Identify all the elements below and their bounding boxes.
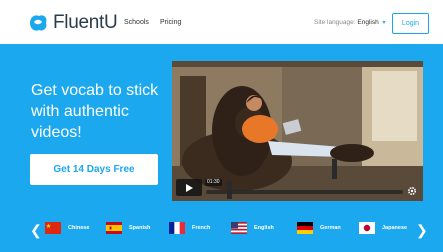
hero-section: Get vocab to stick with authentic videos… <box>0 44 443 252</box>
gear-icon[interactable] <box>407 186 417 196</box>
video-timestamp: 01:30 <box>205 179 222 186</box>
nav-pricing-link[interactable]: Pricing <box>160 19 181 26</box>
play-button[interactable] <box>176 179 202 196</box>
language-french[interactable]: French <box>169 222 210 234</box>
fluentu-logo-icon <box>30 15 47 31</box>
play-icon <box>185 183 193 192</box>
language-german[interactable]: German <box>297 222 341 234</box>
spain-flag-icon <box>106 222 122 234</box>
carousel-prev-arrow[interactable]: ❮ <box>30 223 42 237</box>
france-flag-icon <box>169 222 185 234</box>
header-bar: FluentU Schools Pricing Site language: E… <box>0 0 443 44</box>
language-english[interactable]: English <box>231 222 274 234</box>
hero-headline: Get vocab to stick with authentic videos… <box>31 82 159 141</box>
chevron-down-icon: ▾ <box>382 20 386 26</box>
login-button[interactable]: Login <box>392 13 429 34</box>
site-language-value: English <box>357 19 379 26</box>
language-label: English <box>254 225 274 231</box>
usa-flag-icon <box>231 222 247 234</box>
carousel-next-arrow[interactable]: ❯ <box>416 223 428 237</box>
nav-schools-link[interactable]: Schools <box>124 19 149 26</box>
language-japanese[interactable]: Japanese <box>359 222 407 234</box>
language-chinese[interactable]: Chinese <box>45 222 89 234</box>
brand-logo[interactable]: FluentU <box>27 12 118 34</box>
japan-flag-icon <box>359 222 375 234</box>
china-flag-icon <box>45 222 61 234</box>
language-label: French <box>192 225 211 231</box>
germany-flag-icon <box>297 222 313 234</box>
language-spanish[interactable]: Spanish <box>106 222 150 234</box>
video-progress-bar[interactable] <box>206 190 403 194</box>
site-language-label: Site language: <box>314 19 356 26</box>
free-trial-button[interactable]: Get 14 Days Free <box>30 154 158 185</box>
language-label: Japanese <box>382 225 408 231</box>
brand-name: FluentU <box>53 12 118 33</box>
language-label: Chinese <box>68 225 90 231</box>
video-player[interactable]: 01:30 <box>172 61 423 201</box>
language-label: Spanish <box>129 225 151 231</box>
language-label: German <box>320 225 341 231</box>
site-language-selector[interactable]: Site language: English ▾ <box>314 19 386 26</box>
